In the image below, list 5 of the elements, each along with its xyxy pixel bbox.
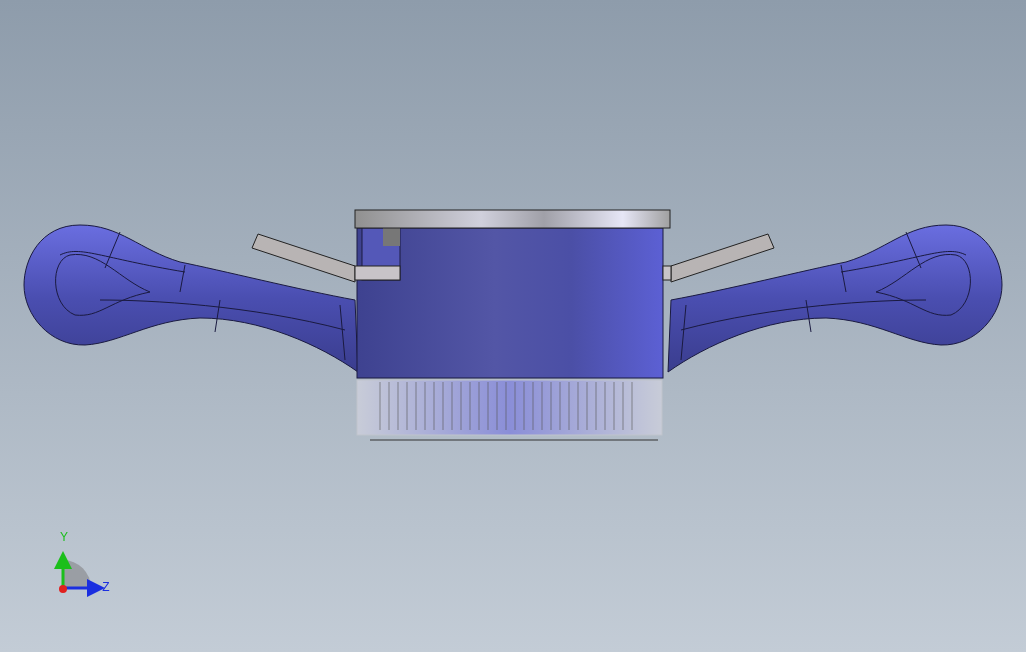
axis-label: Y <box>60 530 68 545</box>
axis-label: Z <box>102 580 110 595</box>
y-axis-arrow <box>54 551 72 588</box>
plane-quadrant-icon <box>63 560 91 588</box>
origin-dot <box>59 585 67 593</box>
